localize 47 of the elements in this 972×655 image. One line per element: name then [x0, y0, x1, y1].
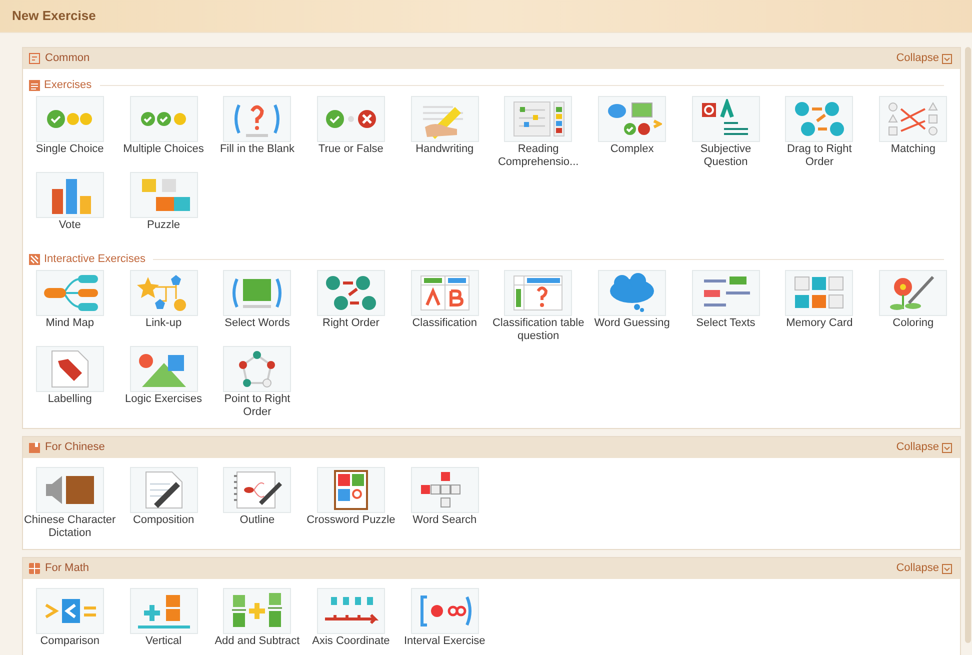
panel-title: For Chinese — [45, 440, 105, 456]
exercise-tile[interactable]: Labelling — [23, 346, 116, 422]
card-icon — [29, 53, 40, 64]
exercise-tile[interactable]: Outline — [210, 467, 304, 543]
exercise-tile[interactable]: Vote — [23, 172, 116, 248]
exercise-tile[interactable]: Word Guessing — [586, 270, 679, 346]
exercise-tile[interactable]: Fill in the Blank — [210, 96, 304, 172]
exercise-tile[interactable]: Mind Map — [23, 270, 116, 346]
exercise-tile[interactable]: Drag to Right Order — [772, 96, 866, 172]
group-title: Interactive Exercises — [44, 252, 146, 267]
group-title: Exercises — [44, 78, 92, 93]
exercise-tile[interactable]: Chinese Character Dictation — [23, 467, 116, 543]
exercise-tile[interactable]: Memory Card — [772, 270, 866, 346]
exercise-tile[interactable]: Classification — [398, 270, 492, 346]
chevron-down-icon — [942, 564, 952, 574]
exercise-tile[interactable]: Coloring — [866, 270, 960, 346]
grid-icon — [29, 563, 40, 574]
exercise-tile[interactable]: Handwriting — [398, 96, 492, 172]
exercise-tile[interactable]: Composition — [117, 467, 210, 543]
collapse-link[interactable]: Collapse — [896, 439, 952, 456]
exercise-tile[interactable]: Matching — [866, 96, 960, 172]
exercise-tile[interactable]: Right Order — [304, 270, 398, 346]
chevron-down-icon — [942, 442, 952, 452]
chevron-down-icon — [942, 54, 952, 64]
exercise-tile[interactable]: Reading Comprehensio... — [492, 96, 585, 172]
exercise-tile[interactable]: Single Choice — [23, 96, 116, 172]
exercise-tile[interactable]: Word Search — [398, 467, 492, 543]
collapse-link[interactable]: Collapse — [896, 50, 952, 67]
exercise-tile[interactable]: Point to Right Order — [210, 346, 304, 422]
exercise-tile[interactable]: Classification table question — [492, 270, 585, 346]
page-title: New Exercise — [12, 7, 96, 26]
exercise-tile[interactable]: Crossword Puzzle — [304, 467, 398, 543]
scrollbar[interactable] — [965, 47, 971, 643]
panel-title: Common — [45, 51, 90, 66]
exercise-tile[interactable]: Select Words — [210, 270, 304, 346]
exercise-tile[interactable]: True or False — [304, 96, 398, 172]
exercise-tile[interactable]: Puzzle — [117, 172, 210, 248]
exercise-tile[interactable]: Logic Exercises — [117, 346, 210, 422]
exercise-tile[interactable]: Link-up — [117, 270, 210, 346]
collapse-link[interactable]: Collapse — [896, 560, 952, 577]
book-icon — [29, 442, 40, 453]
exercise-tile[interactable]: Select Texts — [679, 270, 772, 346]
exercise-tile[interactable]: Multiple Choices — [117, 96, 210, 172]
exercise-tile[interactable]: Complex — [586, 96, 679, 172]
exercise-tile[interactable]: Subjective Question — [679, 96, 772, 172]
list-icon — [29, 80, 40, 90]
panel-title: For Math — [45, 561, 90, 576]
